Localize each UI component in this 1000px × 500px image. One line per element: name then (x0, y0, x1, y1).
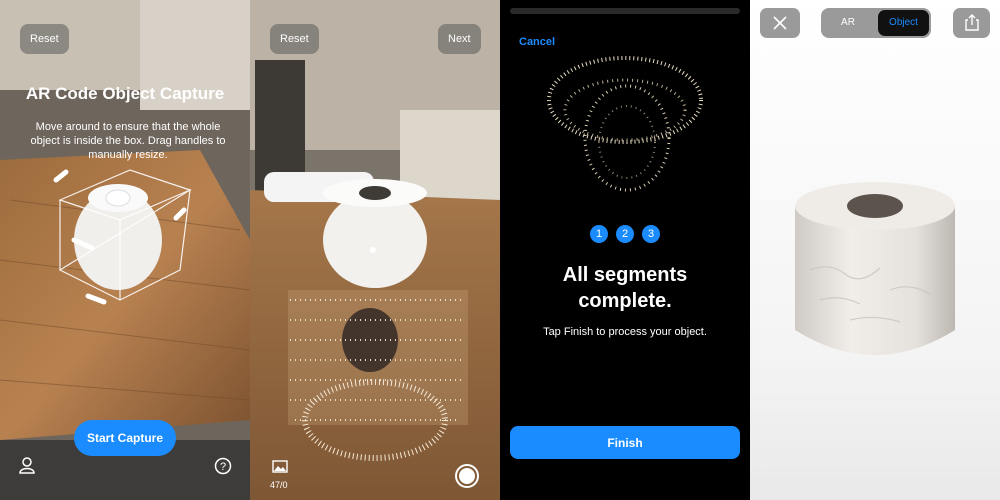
shutter-icon[interactable] (455, 464, 479, 488)
instructions-text: Move around to ensure that the whole obj… (30, 121, 226, 161)
next-button[interactable]: Next (438, 24, 481, 54)
reset-button[interactable]: Reset (20, 24, 69, 54)
toilet-roll-3d-model[interactable] (790, 170, 960, 370)
segment-3-indicator: 3 (642, 225, 660, 243)
point-cloud-preview (547, 56, 703, 192)
share-icon (965, 14, 979, 31)
svg-text:?: ? (220, 461, 226, 473)
gallery-icon[interactable] (272, 460, 288, 473)
person-icon[interactable] (18, 456, 36, 474)
finish-button[interactable]: Finish (510, 426, 740, 459)
object-viewer-screen: AR Object (750, 0, 1000, 500)
completion-heading: All segments complete. (562, 264, 688, 312)
completion-subtext: Tap Finish to process your object. (543, 326, 707, 338)
close-icon (773, 16, 787, 30)
reset-button[interactable]: Reset (270, 24, 319, 54)
close-button[interactable] (760, 8, 800, 38)
segment-1-indicator: 1 (590, 225, 608, 243)
sheet-grabber (510, 8, 740, 14)
segment-ar[interactable]: AR (825, 11, 871, 35)
point-cloud-scene (250, 0, 500, 500)
view-mode-segmented-control: AR Object (821, 8, 931, 38)
start-capture-button[interactable]: Start Capture (74, 420, 176, 456)
help-icon[interactable]: ? (214, 457, 232, 475)
photo-count: 47/0 (270, 480, 288, 490)
segments-complete-screen: Cancel 1 2 3 All segments complete. Tap … (500, 0, 750, 500)
cancel-button[interactable]: Cancel (519, 36, 555, 48)
screen-title: AR Code Object Capture (25, 84, 225, 103)
share-button[interactable] (953, 8, 990, 38)
segment-object[interactable]: Object (878, 10, 929, 36)
capture-progress-screen: Reset Next 47/0 (250, 0, 500, 500)
segment-2-indicator: 2 (616, 225, 634, 243)
capture-setup-screen: Reset AR Code Object Capture Move around… (0, 0, 250, 500)
